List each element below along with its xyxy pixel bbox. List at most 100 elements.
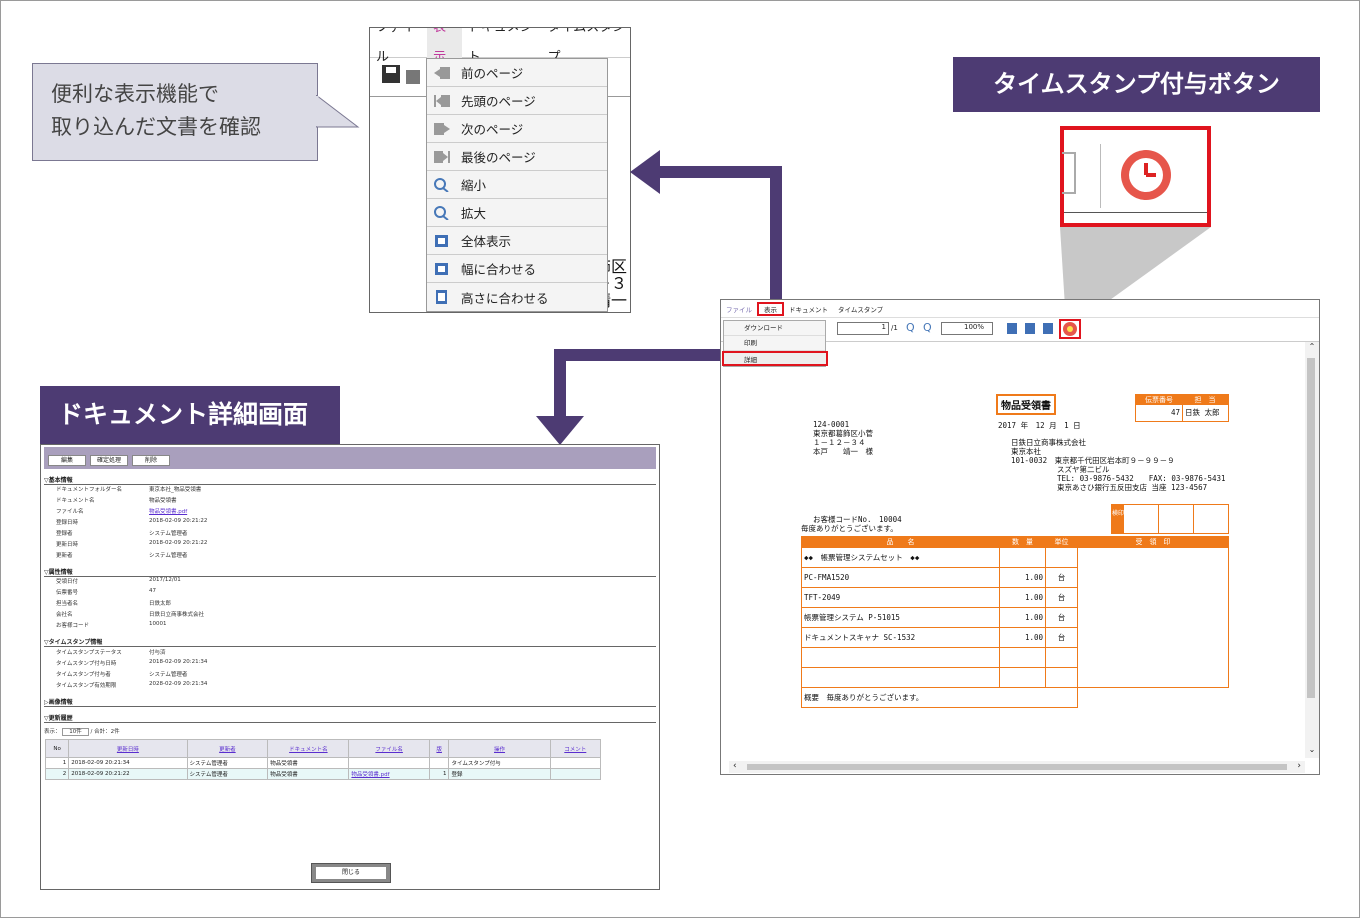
field-label: タイムスタンプ有効期限 — [56, 683, 117, 689]
zoom-out-icon[interactable]: Q — [906, 321, 915, 334]
fit-page-icon — [435, 234, 448, 247]
field-label: 担当者名 — [56, 601, 79, 607]
field-value: 東京本社_物品受領書 — [149, 487, 202, 493]
item-cell: 台 — [1045, 567, 1078, 588]
fit-width-icon[interactable] — [1025, 323, 1035, 334]
field-label: ファイル名 — [56, 509, 84, 515]
page-total: /1 — [891, 324, 898, 332]
section-image[interactable]: ▷画像情報 — [44, 697, 656, 707]
viewer-menu-timestamp[interactable]: タイムスタンプ — [833, 304, 888, 314]
history-cell — [348, 757, 430, 769]
delete-button[interactable]: 削除 — [132, 455, 170, 466]
history-col-header[interactable]: 版 — [428, 739, 450, 758]
attr-row: 受領日付 2017/12/01 — [56, 577, 356, 587]
history-cell — [549, 768, 602, 780]
menu-item-prev-page[interactable]: 前のページ — [427, 59, 607, 87]
next-page-icon — [434, 122, 450, 135]
field-label: タイムスタンプ付与者 — [56, 672, 111, 678]
history-cell: 登録 — [448, 768, 551, 780]
item-cell — [1045, 667, 1078, 688]
doc-date: 2017 年 12 月 1 日 — [998, 421, 1081, 430]
section-attributes[interactable]: ▽属性情報 — [44, 567, 656, 577]
item-cell — [1045, 647, 1078, 668]
timestamp-button[interactable] — [1059, 319, 1081, 339]
viewer-menu-view[interactable]: 表示 — [757, 301, 784, 316]
history-table: No 更新日時 更新者 ドキュメント名 ファイル名版操作 コメント 1 2018-02-09… — [44, 739, 602, 780]
zoom-in-icon[interactable]: Q — [923, 321, 932, 334]
fit-page-icon[interactable] — [1007, 323, 1017, 334]
field-label: 更新日時 — [56, 542, 79, 548]
confirm-button[interactable]: 確定処理 — [90, 455, 128, 466]
field-label: 会社名 — [56, 612, 73, 618]
history-cell: 2018-02-09 20:21:22 — [68, 768, 188, 780]
callout-tail — [316, 95, 360, 128]
timestamp-button-label: タイムスタンプ付与ボタン — [953, 57, 1320, 112]
viewer-menu-document[interactable]: ドキュメント — [784, 304, 833, 314]
viewer-menu-file[interactable]: ファイル — [721, 304, 757, 314]
timestamp-row: タイムスタンプ付与者 システム管理者 — [56, 670, 356, 680]
history-cell: 2018-02-09 20:21:34 — [68, 757, 188, 769]
history-col-header[interactable]: 更新日時 — [68, 739, 188, 758]
horizontal-scrollbar[interactable]: ‹ › — [729, 761, 1305, 773]
field-label: 登録者 — [56, 531, 73, 537]
basic-row: 登録者 システム管理者 — [56, 529, 356, 539]
timestamp-row: タイムスタンプ有効期限 2028-02-09 20:21:34 — [56, 681, 356, 691]
item-cell — [801, 647, 1000, 668]
item-cell: ◆◆ 帳票管理システムセット ◆◆ — [801, 547, 1000, 568]
field-value[interactable]: 物品受領書.pdf — [149, 507, 187, 515]
close-button[interactable]: 閉じる — [311, 863, 391, 883]
field-label: 登録日時 — [56, 520, 79, 526]
history-col-header[interactable]: コメント — [549, 739, 602, 758]
history-cell — [428, 757, 450, 769]
history-cell[interactable]: 物品受領書.pdf — [348, 768, 430, 780]
field-label: ドキュメントフォルダー名 — [56, 487, 123, 493]
detail-header-bar: 編集 確定処理 削除 — [44, 447, 656, 469]
field-label: タイムスタンプステータス — [56, 650, 122, 656]
history-row: 1 2018-02-09 20:21:34 システム管理者 物品受領書 タイムスタンプ付… — [44, 757, 602, 769]
field-value: 2028-02-09 20:21:34 — [149, 681, 208, 687]
zoom-in-icon — [434, 205, 449, 220]
seal-box: 検印 — [1111, 504, 1229, 534]
field-value: 10001 — [149, 621, 167, 627]
vertical-scrollbar[interactable]: ⌃ ⌄ — [1305, 342, 1319, 758]
fit-height-icon[interactable] — [1043, 323, 1053, 334]
section-basic[interactable]: ▽基本情報 — [44, 475, 656, 485]
field-value: 2017/12/01 — [149, 577, 181, 583]
menu-item-first-page[interactable]: 先頭のページ — [427, 87, 607, 115]
history-col-header[interactable]: 更新者 — [186, 739, 269, 758]
item-cell: 台 — [1045, 607, 1078, 628]
item-cell: 1.00 — [999, 587, 1046, 608]
attr-row: 会社名 日鉄日立商事株式会社 — [56, 610, 356, 620]
attr-row: お客様コード 10001 — [56, 621, 356, 631]
document-viewer: ファイル 表示 ドキュメント タイムスタンプ ▸ 1 /1 Q Q 100% ダ… — [720, 299, 1320, 775]
timestamp-icon[interactable] — [1119, 148, 1173, 202]
page-size-select[interactable]: 10件 — [62, 728, 89, 736]
file-item-download[interactable]: ダウンロード — [724, 321, 825, 336]
doc-note: 概要 毎度ありがとうございます。 — [801, 687, 1078, 708]
history-col-header[interactable]: ドキュメント名 — [267, 739, 350, 758]
history-cell: 物品受領書 — [267, 768, 350, 780]
history-cell: システム管理者 — [186, 757, 269, 769]
basic-row: ファイル名 物品受領書.pdf — [56, 507, 356, 517]
basic-row: ドキュメント名 物品受領書 — [56, 496, 356, 506]
history-col-header[interactable]: 操作 — [448, 739, 551, 758]
section-history[interactable]: ▽更新履歴 — [44, 713, 656, 723]
zoom-select[interactable]: 100% — [941, 322, 993, 335]
first-page-icon — [434, 94, 450, 107]
items-table: 品 名数 量単位受 領 印 ◆◆ 帳票管理システムセット ◆◆ PC-FMA152… — [801, 536, 1229, 708]
feature-callout: 便利な表示機能で 取り込んだ文書を確認 — [32, 63, 318, 161]
history-col-header[interactable]: ファイル名 — [348, 739, 430, 758]
save-icon[interactable] — [380, 64, 422, 86]
prev-page-icon — [434, 66, 450, 79]
section-timestamp[interactable]: ▽タイムスタンプ情報 — [44, 637, 656, 647]
menu-item-next-page[interactable]: 次のページ — [427, 115, 607, 143]
item-cell: 台 — [1045, 627, 1078, 648]
page-number-input[interactable]: 1 — [837, 322, 889, 335]
attr-row: 伝票番号 47 — [56, 588, 356, 598]
edit-button[interactable]: 編集 — [48, 455, 86, 466]
field-value: システム管理者 — [149, 531, 188, 537]
zoom-out-icon — [434, 177, 449, 192]
basic-row: 更新日時 2018-02-09 20:21:22 — [56, 540, 356, 550]
item-cell: PC-FMA1520 — [801, 567, 1000, 588]
history-cell: システム管理者 — [186, 768, 269, 780]
